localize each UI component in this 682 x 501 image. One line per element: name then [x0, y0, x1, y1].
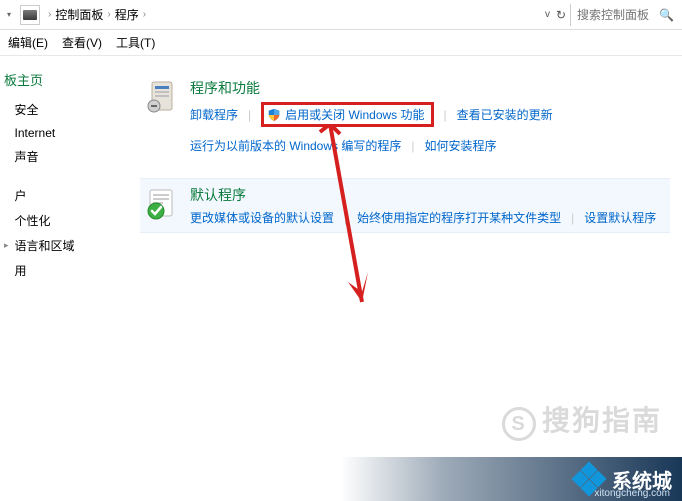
link-how-install[interactable]: 如何安装程序	[424, 137, 496, 154]
sidebar-item-label: 个性化	[15, 212, 51, 229]
breadcrumb-programs[interactable]: 程序	[115, 6, 139, 23]
search-input[interactable]	[577, 8, 655, 22]
address-bar: ▾ › 控制面板 › 程序 › v ↻ 🔍	[0, 0, 682, 30]
sidebar-item-language-region[interactable]: ▸ 语言和区域	[0, 233, 128, 258]
programs-icon[interactable]	[20, 5, 40, 25]
programs-features-icon	[144, 78, 180, 114]
category-programs-features: 程序和功能 卸载程序 | 启用或关闭 Windows 功能 |	[140, 72, 670, 160]
breadcrumb: › 控制面板 › 程序 ›	[44, 6, 545, 23]
separator: |	[444, 108, 447, 122]
chevron-right-icon: ›	[48, 9, 51, 20]
sidebar: 板主页 ▸ 安全 ▸ Internet ▸ 声音 ▸ 户 ▸ 个性化 ▸ 语言和…	[0, 56, 128, 501]
link-run-old-programs[interactable]: 运行为以前版本的 Windows 编写的程序	[190, 137, 401, 154]
breadcrumb-control-panel[interactable]: 控制面板	[55, 6, 103, 23]
category-default-programs: 默认程序 更改媒体或设备的默认设置 | 始终使用指定的程序打开某种文件类型 | …	[140, 178, 670, 233]
link-always-open[interactable]: 始终使用指定的程序打开某种文件类型	[357, 209, 561, 226]
sidebar-item-personalization[interactable]: ▸ 个性化	[0, 208, 128, 233]
dropdown-icon[interactable]: v	[545, 9, 550, 20]
menu-tools[interactable]: 工具(T)	[116, 34, 155, 51]
sidebar-item-user[interactable]: ▸ 户	[0, 183, 128, 208]
link-set-default[interactable]: 设置默认程序	[584, 209, 656, 226]
separator: |	[248, 108, 251, 122]
sidebar-item-sound[interactable]: ▸ 声音	[0, 144, 128, 169]
refresh-icon[interactable]: ↻	[556, 8, 566, 22]
sidebar-item-label: Internet	[15, 126, 56, 140]
default-programs-icon	[144, 185, 180, 221]
sidebar-item-label: 安全	[15, 101, 39, 118]
history-dropdown-icon[interactable]: ▾	[2, 10, 16, 19]
separator: |	[344, 211, 347, 225]
sidebar-item-security[interactable]: ▸ 安全	[0, 97, 128, 122]
link-windows-features-highlighted[interactable]: 启用或关闭 Windows 功能	[261, 102, 433, 127]
search-box[interactable]: 🔍	[570, 4, 680, 26]
sidebar-title: 板主页	[0, 66, 128, 97]
chevron-right-icon: ›	[107, 9, 110, 20]
search-icon[interactable]: 🔍	[659, 8, 674, 22]
footer-brand: 系统城 xitongcheng.com	[0, 457, 682, 501]
separator: |	[411, 139, 414, 153]
separator: |	[571, 211, 574, 225]
sidebar-item-label: 用	[15, 262, 27, 279]
menu-view[interactable]: 查看(V)	[62, 34, 102, 51]
sidebar-item-label: 语言和区域	[15, 237, 75, 254]
link-view-updates[interactable]: 查看已安装的更新	[457, 106, 553, 123]
menu-bar: 编辑(E) 查看(V) 工具(T)	[0, 30, 682, 56]
shield-icon	[267, 108, 281, 122]
sidebar-item-label: 声音	[15, 148, 39, 165]
link-uninstall[interactable]: 卸载程序	[190, 106, 238, 123]
sogou-logo-icon: S	[502, 407, 536, 441]
brand-url: xitongcheng.com	[594, 488, 670, 499]
category-title: 程序和功能	[190, 78, 666, 98]
address-actions: v ↻	[545, 8, 566, 22]
watermark-sogou: S搜狗指南	[502, 399, 662, 442]
sidebar-item-label: 户	[15, 187, 27, 204]
sidebar-item-internet[interactable]: ▸ Internet	[0, 122, 128, 144]
chevron-icon: ▸	[4, 240, 9, 251]
chevron-right-icon: ›	[143, 9, 146, 20]
sidebar-item-ease[interactable]: ▸ 用	[0, 258, 128, 283]
category-title: 默认程序	[190, 185, 666, 205]
link-windows-features[interactable]: 启用或关闭 Windows 功能	[285, 106, 424, 123]
link-change-media[interactable]: 更改媒体或设备的默认设置	[190, 209, 334, 226]
menu-edit[interactable]: 编辑(E)	[8, 34, 48, 51]
